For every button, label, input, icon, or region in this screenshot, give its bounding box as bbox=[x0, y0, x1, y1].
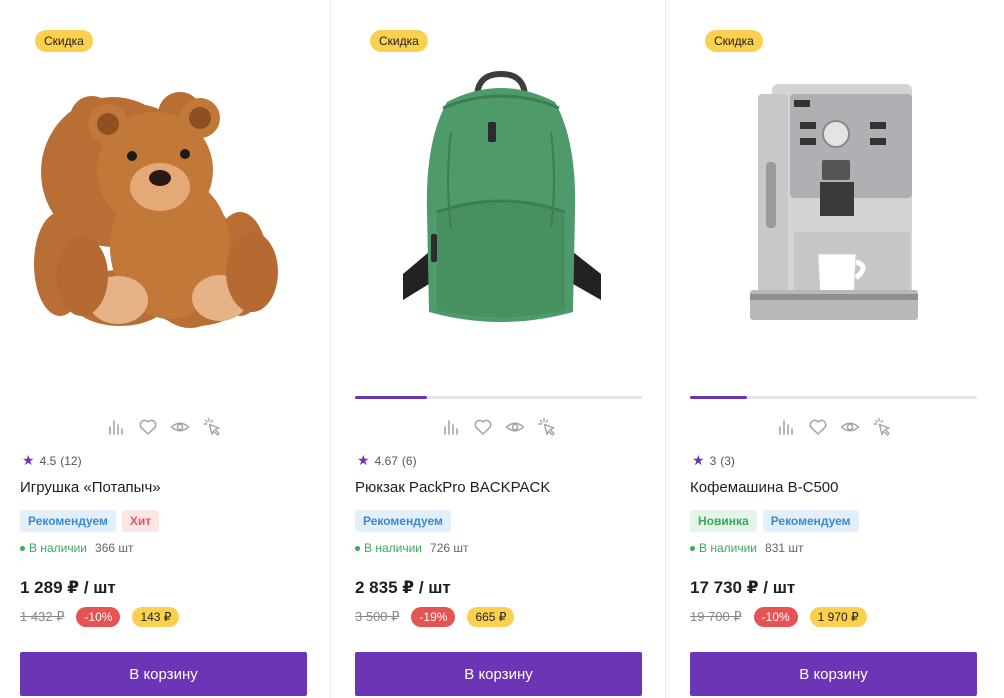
star-icon: ★ bbox=[357, 452, 370, 468]
stock-progress-fill bbox=[355, 396, 427, 399]
product-card[interactable]: Скидка bbox=[355, 0, 642, 698]
in-stock-label: В наличии bbox=[699, 541, 758, 555]
column-divider bbox=[665, 0, 666, 698]
quick-view-icon[interactable] bbox=[872, 416, 892, 438]
discount-badge: Скидка bbox=[35, 30, 93, 52]
eye-icon[interactable] bbox=[839, 416, 860, 438]
old-price: 19 700 ₽ bbox=[690, 609, 742, 624]
stock-status: В наличии 726 шт bbox=[355, 541, 469, 555]
stock-progress-bar bbox=[690, 396, 977, 399]
add-to-cart-button[interactable]: В корзину bbox=[355, 652, 642, 696]
in-stock-dot-icon bbox=[355, 545, 360, 551]
heart-icon[interactable] bbox=[473, 416, 493, 438]
old-price: 3 500 ₽ bbox=[355, 609, 400, 624]
stock-status: В наличии 366 шт bbox=[20, 541, 134, 555]
stock-quantity: 366 шт bbox=[95, 541, 134, 555]
product-grid: Скидка ★ 4.5 (12) Игрушка «Потапыч» Реко… bbox=[0, 0, 1004, 698]
in-stock-label: В наличии bbox=[29, 541, 88, 555]
price: 2 835 ₽ / шт bbox=[355, 578, 451, 597]
tag-hit: Хит bbox=[121, 510, 160, 532]
compare-icon[interactable] bbox=[776, 416, 796, 438]
compare-icon[interactable] bbox=[441, 416, 461, 438]
discount-percent-badge: -10% bbox=[76, 607, 121, 627]
stock-quantity: 726 шт bbox=[430, 541, 469, 555]
review-count: (6) bbox=[401, 453, 417, 468]
tag-recommended: Рекомендуем bbox=[355, 510, 451, 532]
product-image-coffee-machine[interactable] bbox=[690, 62, 977, 352]
savings-badge: 1 970 ₽ bbox=[809, 607, 867, 627]
add-to-cart-button[interactable]: В корзину bbox=[20, 652, 307, 696]
price: 1 289 ₽ / шт bbox=[20, 578, 116, 597]
heart-icon[interactable] bbox=[808, 416, 828, 438]
heart-icon[interactable] bbox=[138, 416, 158, 438]
discount-percent-badge: -19% bbox=[411, 607, 456, 627]
review-count: (12) bbox=[60, 453, 82, 468]
product-actions bbox=[20, 416, 307, 438]
product-tags: Новинка Рекомендуем bbox=[690, 510, 859, 532]
discount-badge: Скидка bbox=[705, 30, 763, 52]
star-icon: ★ bbox=[22, 452, 35, 468]
in-stock-dot-icon bbox=[690, 545, 695, 551]
tag-recommended: Рекомендуем bbox=[20, 510, 116, 532]
eye-icon[interactable] bbox=[169, 416, 190, 438]
product-actions bbox=[690, 416, 977, 438]
product-tags: Рекомендуем bbox=[355, 510, 451, 532]
compare-icon[interactable] bbox=[106, 416, 126, 438]
product-card[interactable]: Скидка bbox=[20, 0, 307, 698]
column-divider bbox=[330, 0, 331, 698]
in-stock-label: В наличии bbox=[364, 541, 423, 555]
stock-quantity: 831 шт bbox=[765, 541, 804, 555]
tag-recommended: Рекомендуем bbox=[762, 510, 859, 532]
rating: ★ 4.67 (6) bbox=[357, 452, 417, 469]
star-icon: ★ bbox=[692, 452, 705, 468]
rating: ★ 4.5 (12) bbox=[22, 452, 82, 469]
in-stock-dot-icon bbox=[20, 545, 25, 551]
rating-value: 4.67 bbox=[374, 453, 398, 468]
product-title[interactable]: Рюкзак PackPro BACKPACK bbox=[355, 479, 550, 496]
product-card[interactable]: Скидка bbox=[690, 0, 977, 698]
review-count: (3) bbox=[720, 453, 735, 468]
discount-percent-badge: -10% bbox=[753, 607, 798, 627]
product-actions bbox=[355, 416, 642, 438]
product-tags: Рекомендуем Хит bbox=[20, 510, 160, 532]
stock-progress-fill bbox=[690, 396, 748, 399]
old-price: 1 432 ₽ bbox=[20, 609, 65, 624]
rating-value: 4.5 bbox=[39, 453, 57, 468]
price: 17 730 ₽ / шт bbox=[690, 578, 796, 597]
savings-badge: 143 ₽ bbox=[132, 607, 180, 627]
product-title[interactable]: Игрушка «Потапыч» bbox=[20, 479, 161, 496]
stock-status: В наличии 831 шт bbox=[690, 541, 804, 555]
product-image-backpack[interactable] bbox=[355, 62, 642, 352]
discount-row: 19 700 ₽ -10% 1 970 ₽ bbox=[690, 607, 867, 627]
discount-badge: Скидка bbox=[370, 30, 428, 52]
quick-view-icon[interactable] bbox=[537, 416, 557, 438]
rating: ★ 3 (3) bbox=[692, 452, 735, 469]
savings-badge: 665 ₽ bbox=[467, 607, 515, 627]
tag-new: Новинка bbox=[690, 510, 757, 532]
discount-row: 3 500 ₽ -19% 665 ₽ bbox=[355, 607, 515, 627]
product-title[interactable]: Кофемашина B-C500 bbox=[690, 479, 838, 496]
quick-view-icon[interactable] bbox=[202, 416, 222, 438]
add-to-cart-button[interactable]: В корзину bbox=[690, 652, 977, 696]
rating-value: 3 bbox=[709, 453, 717, 468]
discount-row: 1 432 ₽ -10% 143 ₽ bbox=[20, 607, 180, 627]
eye-icon[interactable] bbox=[504, 416, 525, 438]
stock-progress-bar bbox=[355, 396, 642, 399]
product-image-teddy-bear[interactable] bbox=[20, 62, 307, 352]
